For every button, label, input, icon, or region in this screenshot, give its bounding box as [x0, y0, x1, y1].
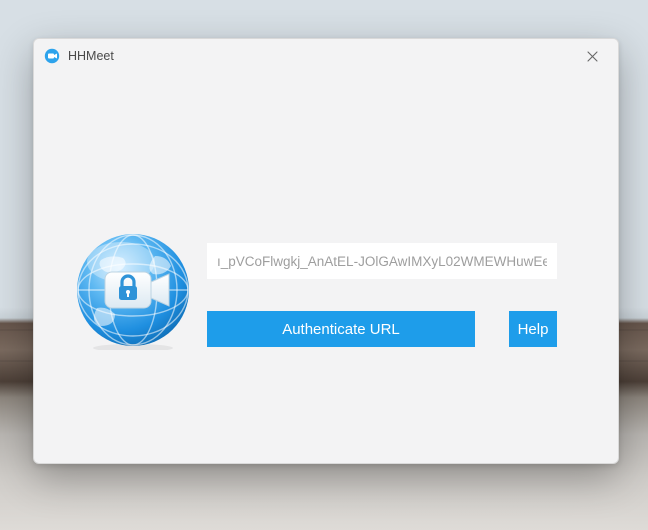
window-title: HHMeet [68, 49, 114, 63]
titlebar: HHMeet [34, 39, 618, 73]
authenticate-button[interactable]: Authenticate URL [207, 311, 475, 347]
app-window: HHMeet [33, 38, 619, 464]
window-content: Authenticate URL Help [34, 73, 618, 463]
close-button[interactable] [572, 41, 612, 71]
url-input[interactable] [207, 243, 557, 279]
help-button[interactable]: Help [509, 311, 557, 347]
app-icon [44, 48, 60, 64]
close-icon [587, 51, 598, 62]
app-logo [73, 230, 193, 350]
desktop-background: HHMeet [0, 0, 648, 530]
